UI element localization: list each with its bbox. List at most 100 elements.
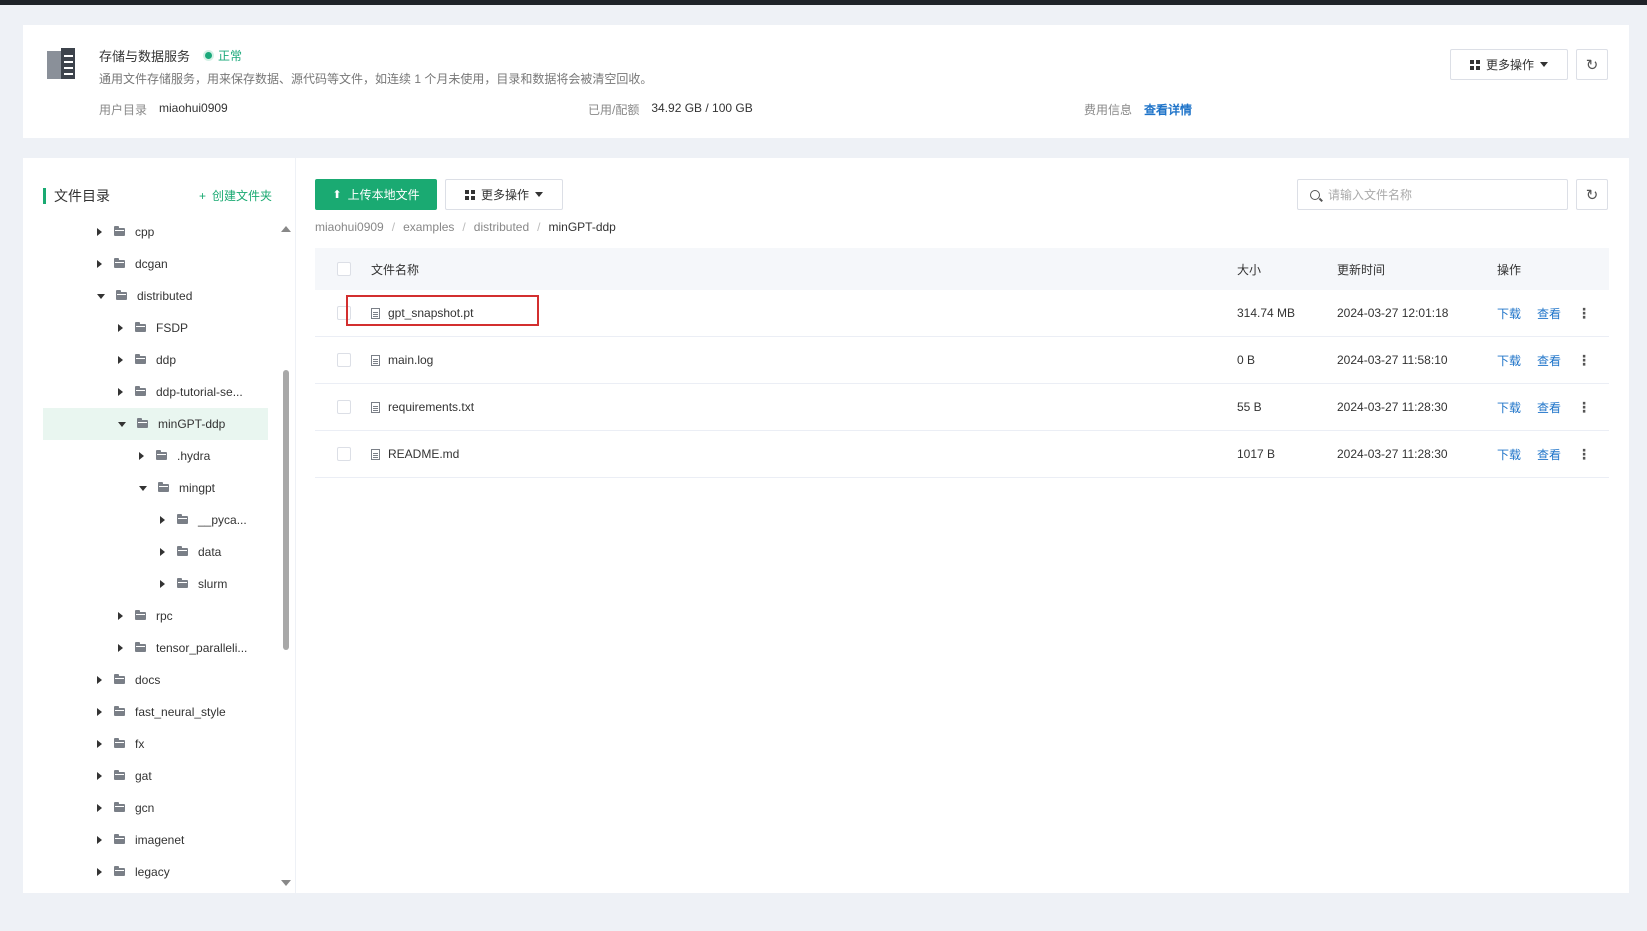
tree-item[interactable]: minGPT-ddp: [43, 408, 268, 440]
tree-scrollbar-thumb[interactable]: [283, 370, 289, 650]
caret-down-icon[interactable]: [139, 485, 147, 491]
header-name[interactable]: 文件名称: [371, 261, 1237, 278]
view-link[interactable]: 查看: [1537, 305, 1561, 322]
folder-icon: [137, 418, 148, 428]
folder-icon: [114, 226, 125, 236]
caret-right-icon[interactable]: [97, 868, 102, 876]
view-link[interactable]: 查看: [1537, 399, 1561, 416]
folder-icon: [135, 354, 146, 364]
tree-item[interactable]: FSDP: [43, 312, 268, 344]
row-checkbox[interactable]: [337, 400, 351, 414]
scroll-down-arrow-icon[interactable]: [281, 880, 291, 886]
breadcrumb-item[interactable]: distributed: [474, 220, 529, 234]
select-all-checkbox[interactable]: [337, 262, 351, 276]
tree-item-label: dcgan: [135, 257, 168, 271]
tree-item[interactable]: data: [43, 536, 268, 568]
file-list-panel: ⬆ 上传本地文件 更多操作 ↻ miaohui0909 / examples /…: [296, 158, 1629, 893]
upload-icon: ⬆: [332, 189, 342, 201]
tree-item[interactable]: __pyca...: [43, 504, 268, 536]
breadcrumb-item[interactable]: examples: [403, 220, 454, 234]
download-link[interactable]: 下载: [1497, 399, 1521, 416]
tree-item[interactable]: tensor_paralleli...: [43, 632, 268, 664]
billing-detail-link[interactable]: 查看详情: [1144, 101, 1192, 118]
tree-item[interactable]: ddp-tutorial-se...: [43, 376, 268, 408]
breadcrumb-item[interactable]: miaohui0909: [315, 220, 384, 234]
tree-item[interactable]: gat: [43, 760, 268, 792]
caret-right-icon[interactable]: [139, 452, 144, 460]
caret-right-icon[interactable]: [97, 708, 102, 716]
row-check-cell: [315, 353, 371, 367]
caret-right-icon[interactable]: [160, 548, 165, 556]
download-link[interactable]: 下载: [1497, 352, 1521, 369]
more-vertical-icon[interactable]: ⋮: [1577, 399, 1591, 416]
header-more-ops-button[interactable]: 更多操作: [1450, 49, 1568, 80]
download-link[interactable]: 下载: [1497, 305, 1521, 322]
file-name[interactable]: README.md: [388, 447, 459, 461]
caret-right-icon[interactable]: [118, 324, 123, 332]
grid-icon: [1469, 59, 1480, 70]
more-ops-button[interactable]: 更多操作: [445, 179, 563, 210]
tree-item[interactable]: fast_neural_style: [43, 696, 268, 728]
tree-item-label: rpc: [156, 609, 173, 623]
more-vertical-icon[interactable]: ⋮: [1577, 305, 1591, 322]
download-link[interactable]: 下载: [1497, 446, 1521, 463]
tree-item[interactable]: .hydra: [43, 440, 268, 472]
row-check-cell: [315, 400, 371, 414]
tree-item[interactable]: fx: [43, 728, 268, 760]
tree-item[interactable]: mingpt: [43, 472, 268, 504]
tree-item[interactable]: rpc: [43, 600, 268, 632]
upload-file-button[interactable]: ⬆ 上传本地文件: [315, 179, 437, 210]
tree-item-label: distributed: [137, 289, 193, 303]
caret-down-icon[interactable]: [118, 421, 126, 427]
caret-right-icon[interactable]: [118, 356, 123, 364]
header-size[interactable]: 大小: [1237, 261, 1337, 278]
view-link[interactable]: 查看: [1537, 446, 1561, 463]
caret-right-icon[interactable]: [160, 516, 165, 524]
caret-right-icon[interactable]: [118, 644, 123, 652]
scroll-up-arrow-icon[interactable]: [281, 226, 291, 232]
caret-right-icon[interactable]: [160, 580, 165, 588]
tree-item[interactable]: ddp: [43, 344, 268, 376]
refresh-button[interactable]: ↻: [1576, 179, 1608, 210]
tree-item[interactable]: legacy: [43, 856, 268, 888]
file-name-cell: requirements.txt: [371, 400, 1237, 414]
caret-right-icon[interactable]: [97, 228, 102, 236]
row-checkbox[interactable]: [337, 447, 351, 461]
tree-item[interactable]: distributed: [43, 280, 268, 312]
service-title: 存储与数据服务: [99, 49, 191, 64]
caret-down-icon: [1540, 62, 1548, 67]
folder-icon: [114, 866, 125, 876]
folder-icon: [114, 770, 125, 780]
folder-icon: [114, 834, 125, 844]
file-name[interactable]: requirements.txt: [388, 400, 474, 414]
row-checkbox[interactable]: [337, 353, 351, 367]
header-refresh-button[interactable]: ↻: [1576, 49, 1608, 80]
caret-right-icon[interactable]: [97, 260, 102, 268]
caret-right-icon[interactable]: [97, 772, 102, 780]
caret-right-icon[interactable]: [97, 676, 102, 684]
storage-icon: [47, 48, 75, 79]
file-search-input[interactable]: [1328, 187, 1548, 202]
tree-item[interactable]: dcgan: [43, 248, 268, 280]
tree-item[interactable]: cpp: [43, 216, 268, 248]
file-updated-time: 2024-03-27 11:58:10: [1337, 353, 1448, 367]
tree-item[interactable]: gcn: [43, 792, 268, 824]
search-icon: [1310, 189, 1320, 200]
tree-item-label: ddp-tutorial-se...: [156, 385, 243, 399]
caret-down-icon[interactable]: [97, 293, 105, 299]
caret-right-icon[interactable]: [97, 836, 102, 844]
tree-item[interactable]: docs: [43, 664, 268, 696]
file-name[interactable]: main.log: [388, 353, 433, 367]
tree-item-label: fast_neural_style: [135, 705, 226, 719]
caret-right-icon[interactable]: [118, 612, 123, 620]
tree-item[interactable]: slurm: [43, 568, 268, 600]
caret-right-icon[interactable]: [97, 804, 102, 812]
caret-right-icon[interactable]: [97, 740, 102, 748]
view-link[interactable]: 查看: [1537, 352, 1561, 369]
tree-item[interactable]: imagenet: [43, 824, 268, 856]
more-vertical-icon[interactable]: ⋮: [1577, 446, 1591, 463]
more-vertical-icon[interactable]: ⋮: [1577, 352, 1591, 369]
header-time[interactable]: 更新时间: [1337, 261, 1497, 278]
caret-right-icon[interactable]: [118, 388, 123, 396]
create-folder-button[interactable]: + 创建文件夹: [199, 187, 272, 204]
